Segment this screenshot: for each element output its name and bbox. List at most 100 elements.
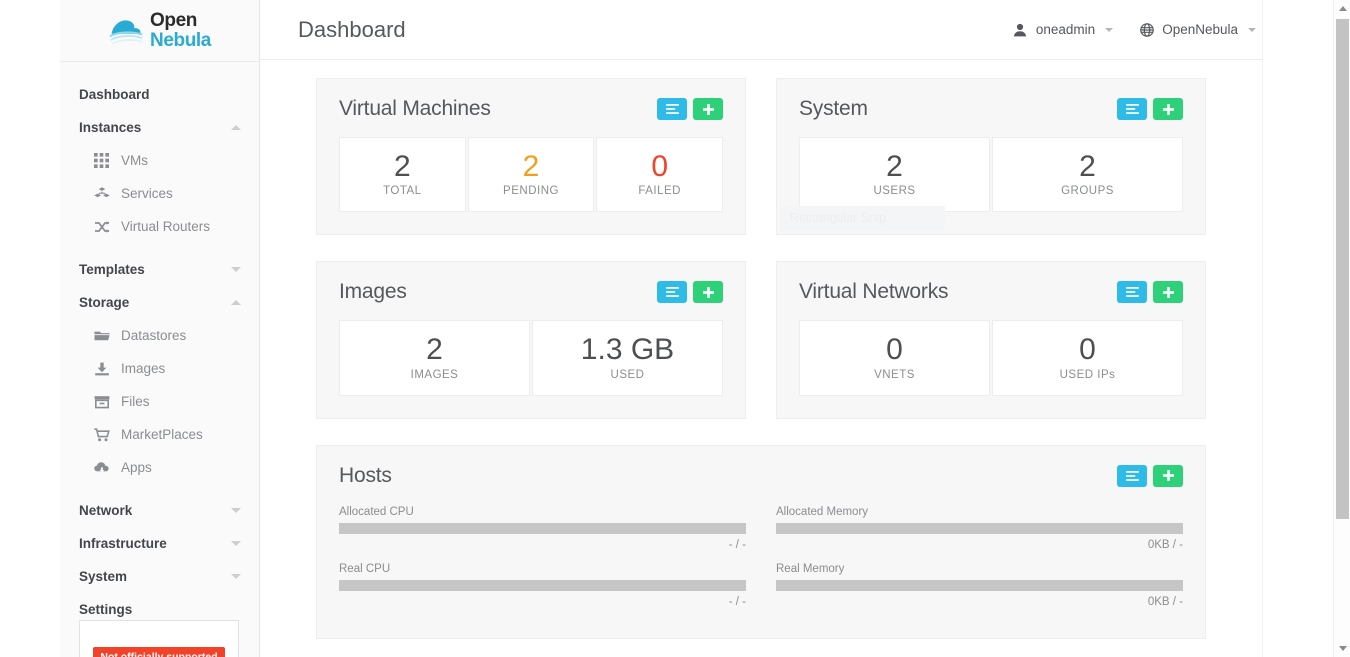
sidebar-item-dashboard[interactable]: Dashboard	[60, 78, 259, 111]
scrollbar-thumb[interactable]	[1336, 19, 1349, 519]
tile-pending[interactable]: 2 PENDING	[467, 137, 595, 213]
sidebar-item-marketplaces[interactable]: MarketPlaces	[60, 418, 259, 451]
card-hosts: Hosts Allocated CPU - / - Real CPU - / -…	[316, 444, 1206, 639]
images-add-button[interactable]	[693, 281, 723, 304]
sidebar-label-settings: Settings	[79, 602, 133, 617]
card-header: Images	[339, 280, 723, 304]
vms-list-button[interactable]	[657, 98, 687, 120]
hosts-add-button[interactable]	[1153, 464, 1183, 487]
card-title-virtual-networks: Virtual Networks	[799, 280, 949, 304]
sidebar-item-vms[interactable]: VMs	[60, 144, 259, 177]
card-title-system: System	[799, 97, 868, 120]
sidebar-item-services[interactable]: Services	[60, 177, 259, 210]
vnets-add-button[interactable]	[1153, 281, 1183, 304]
sidebar-item-templates[interactable]: Templates	[60, 253, 259, 286]
sidebar-item-system[interactable]: System	[60, 560, 259, 593]
app-root: Open Nebula Dashboard Instances VMs Serv…	[0, 0, 1350, 657]
chevron-down-icon	[231, 574, 241, 579]
grid-icon	[93, 152, 110, 169]
shuffle-icon	[93, 218, 110, 235]
sidebar-item-virtual-routers[interactable]: Virtual Routers	[60, 210, 259, 243]
user-menu[interactable]: oneadmin	[1013, 22, 1114, 37]
tile-used[interactable]: 1.3 GB USED	[532, 320, 723, 396]
globe-icon	[1139, 22, 1154, 37]
sidebar-item-instances[interactable]: Instances	[60, 111, 259, 144]
sidebar-item-images[interactable]: Images	[60, 352, 259, 385]
sidebar-item-storage[interactable]: Storage	[60, 286, 259, 319]
hosts-list-button[interactable]	[1117, 464, 1147, 487]
system-add-button[interactable]	[1153, 98, 1183, 120]
meter-label: Real CPU	[339, 562, 391, 575]
sidebar-label-files: Files	[121, 394, 150, 409]
download-icon	[93, 360, 110, 377]
sidebar-label-apps: Apps	[121, 460, 152, 475]
meter-real-memory: Real Memory 0KB / -	[776, 563, 1183, 608]
logo-wordmark: Open Nebula	[150, 11, 211, 50]
tile-total[interactable]: 2 TOTAL	[339, 137, 466, 213]
zone-menu[interactable]: OpenNebula	[1139, 22, 1256, 37]
chevron-down-icon	[1248, 27, 1256, 32]
card-actions	[1117, 98, 1183, 120]
progress-bar	[776, 579, 1183, 591]
cart-icon	[93, 426, 110, 443]
sidebar-item-apps[interactable]: Apps	[60, 451, 259, 484]
support-notice: Not officially supported	[79, 620, 239, 657]
tile-users[interactable]: 2 USERS	[799, 137, 990, 213]
chevron-down-icon	[1338, 646, 1347, 651]
sidebar-label-dashboard: Dashboard	[79, 87, 150, 102]
vnets-tiles: 0 VNETS 0 USED IPs	[799, 320, 1183, 396]
dashboard-grid: Virtual Machines 2 TOTAL 2 PENDING 0 FAI…	[260, 60, 1262, 639]
scroll-down-button[interactable]	[1334, 640, 1350, 657]
status-badge: Not officially supported	[93, 647, 225, 657]
tile-used-ips[interactable]: 0 USED IPs	[992, 320, 1183, 396]
sidebar-item-network[interactable]: Network	[60, 494, 259, 527]
sidebar-item-datastores[interactable]: Datastores	[60, 319, 259, 352]
images-list-button[interactable]	[657, 281, 687, 304]
card-header: Virtual Machines	[339, 97, 723, 121]
vms-add-button[interactable]	[693, 98, 723, 120]
vnets-list-button[interactable]	[1117, 281, 1147, 304]
scroll-up-button[interactable]	[1334, 0, 1350, 17]
tile-label: USED IPs	[1059, 368, 1116, 381]
tile-label: PENDING	[503, 185, 559, 198]
chevron-down-icon	[231, 267, 241, 272]
opennebula-logo[interactable]: Open Nebula	[108, 11, 211, 50]
tile-label: TOTAL	[383, 185, 422, 198]
card-header: System	[799, 97, 1183, 121]
card-actions	[657, 98, 723, 120]
sidebar-item-files[interactable]: Files	[60, 385, 259, 418]
dashboard-row-2: Images 2 IMAGES 1.3 GB USED Virtual Netw…	[316, 261, 1206, 419]
images-tiles: 2 IMAGES 1.3 GB USED	[339, 320, 723, 396]
logo-container[interactable]: Open Nebula	[60, 0, 259, 62]
tile-images[interactable]: 2 IMAGES	[339, 320, 530, 396]
sidebar-label-system: System	[79, 569, 128, 584]
vertical-scrollbar[interactable]	[1333, 0, 1350, 657]
card-images: Images 2 IMAGES 1.3 GB USED	[316, 261, 746, 419]
chevron-up-icon	[231, 300, 241, 305]
tile-label: FAILED	[638, 185, 681, 198]
folder-icon	[93, 327, 110, 344]
meter-value: 0KB / -	[1147, 595, 1183, 608]
sidebar-label-virtual-routers: Virtual Routers	[121, 219, 211, 234]
meter-label: Allocated CPU	[339, 505, 414, 518]
cloud-download-icon	[93, 459, 110, 476]
tile-value: 2	[522, 150, 540, 183]
tile-label: GROUPS	[1061, 185, 1114, 198]
card-virtual-machines: Virtual Machines 2 TOTAL 2 PENDING 0 FAI…	[316, 78, 746, 236]
chevron-down-icon	[231, 508, 241, 513]
card-actions	[1117, 281, 1183, 304]
tile-groups[interactable]: 2 GROUPS	[992, 137, 1183, 213]
tile-failed[interactable]: 0 FAILED	[596, 137, 724, 213]
cubes-icon	[93, 185, 110, 202]
tile-vnets[interactable]: 0 VNETS	[799, 320, 990, 396]
sidebar-label-services: Services	[121, 186, 173, 201]
sidebar-item-infrastructure[interactable]: Infrastructure	[60, 527, 259, 560]
hosts-memory-column: Allocated Memory 0KB / - Real Memory 0KB…	[776, 506, 1183, 620]
zone-label: OpenNebula	[1162, 22, 1238, 37]
meter-allocated-cpu: Allocated CPU - / -	[339, 506, 746, 551]
card-title-hosts: Hosts	[339, 463, 392, 487]
left-gutter	[0, 0, 60, 657]
meter-value: - / -	[728, 595, 746, 608]
card-header: Virtual Networks	[799, 280, 1183, 304]
system-list-button[interactable]	[1117, 98, 1147, 120]
